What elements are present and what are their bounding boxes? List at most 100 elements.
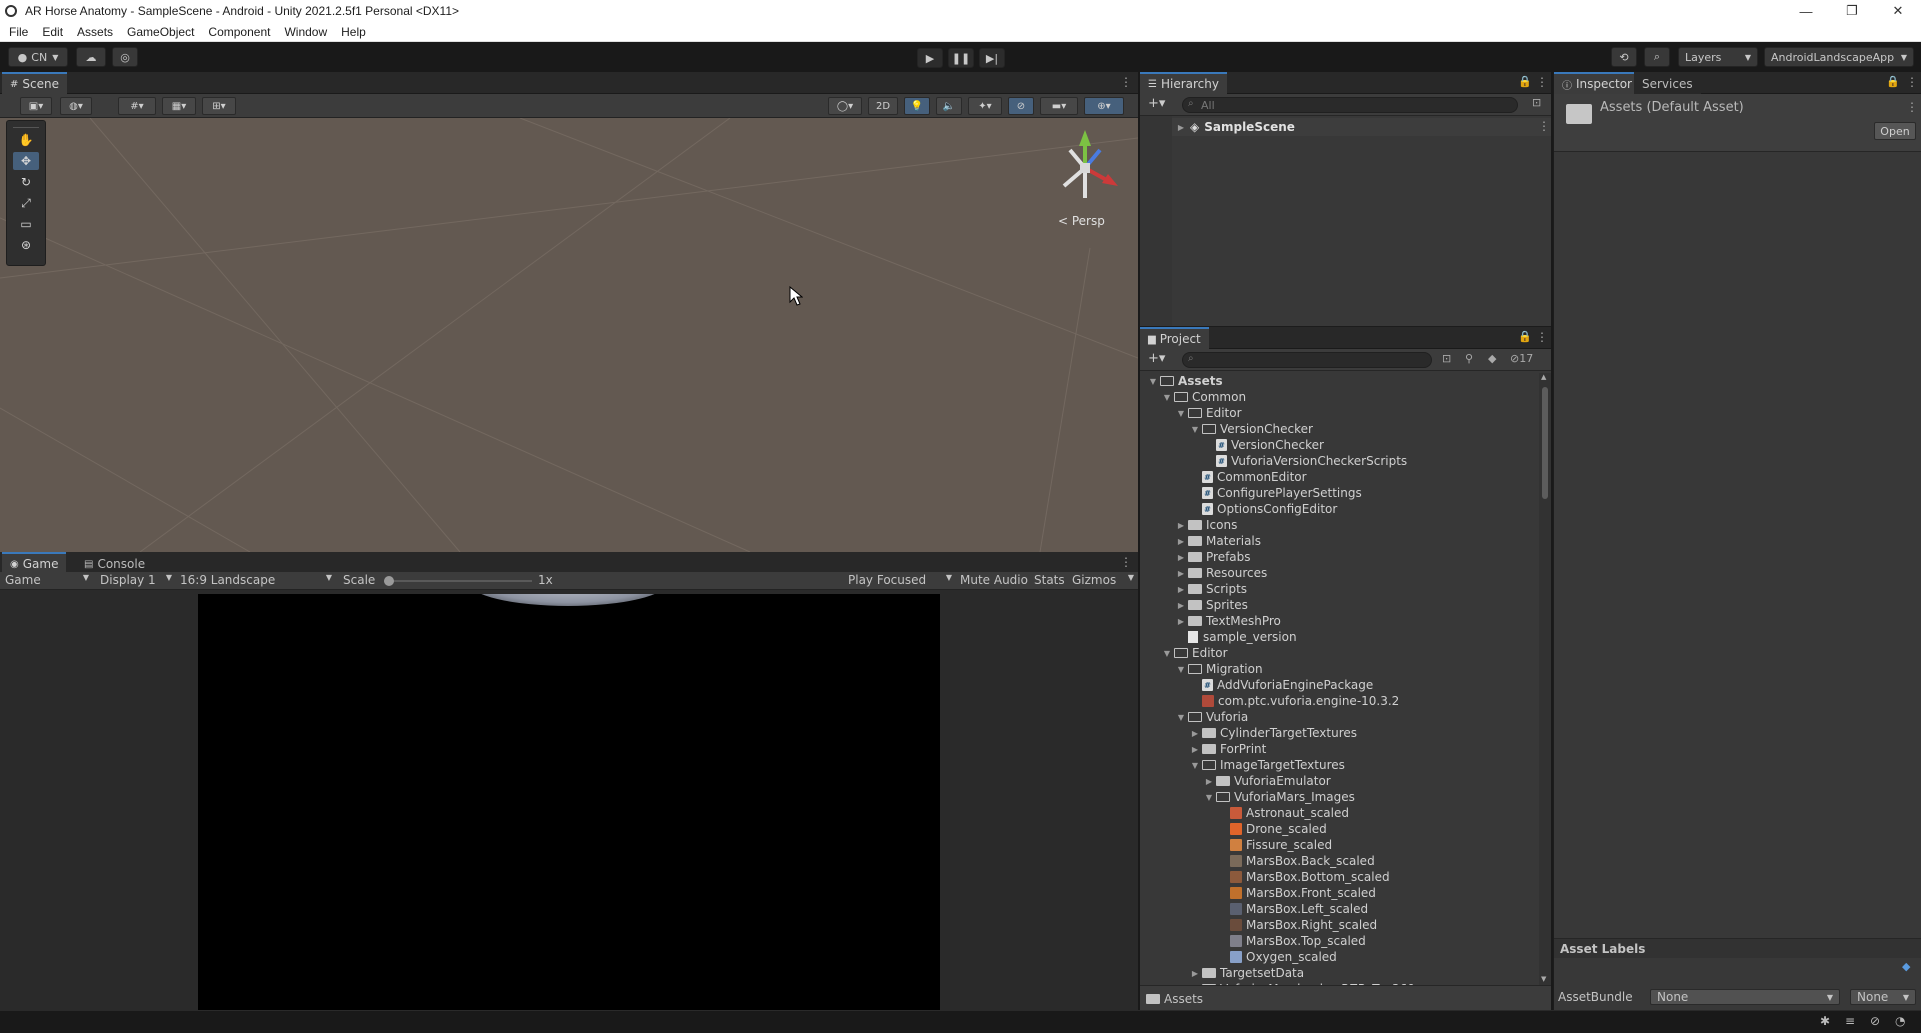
- project-tree-item[interactable]: ▶ TextMeshPro: [1176, 613, 1281, 629]
- audio-toggle[interactable]: 🔈: [936, 97, 962, 115]
- more-options-icon[interactable]: ⋮: [1120, 555, 1132, 569]
- expanded-arrow-icon[interactable]: ▼: [1176, 665, 1186, 674]
- shading-dropdown[interactable]: ◯▾: [828, 97, 862, 115]
- expanded-arrow-icon[interactable]: ▼: [1190, 761, 1200, 770]
- project-tree-item[interactable]: com.ptc.vuforia.engine-10.3.2: [1190, 693, 1399, 709]
- tools-drag-handle[interactable]: [13, 123, 39, 128]
- menu-file[interactable]: File: [9, 25, 28, 39]
- lighting-toggle[interactable]: 💡: [904, 97, 930, 115]
- step-button[interactable]: ▶|: [979, 48, 1005, 68]
- collapsed-arrow-icon[interactable]: ▶: [1190, 969, 1200, 978]
- project-tree-item[interactable]: ▼ VuforiaMars_Images: [1204, 789, 1355, 805]
- project-tree-item[interactable]: # AddVuforiaEnginePackage: [1190, 677, 1373, 693]
- project-tree-item[interactable]: ▼ Assets: [1148, 373, 1223, 389]
- debug-icon[interactable]: ✱: [1820, 1014, 1830, 1028]
- search-button[interactable]: ⌕: [1644, 47, 1670, 67]
- gizmos-dropdown[interactable]: ⊕▾: [1084, 97, 1124, 115]
- hierarchy-search-input[interactable]: ⌕ All: [1182, 97, 1518, 113]
- hand-tool-icon[interactable]: ✋: [13, 131, 39, 149]
- effects-dropdown[interactable]: ✦▾: [968, 97, 1002, 115]
- more-options-icon[interactable]: ⋮: [1906, 75, 1918, 89]
- increment-snap-dropdown[interactable]: ⊞▾: [202, 97, 236, 115]
- tag-icon[interactable]: ◆: [1488, 352, 1496, 365]
- project-tree-item[interactable]: ▼ Editor: [1176, 405, 1242, 421]
- expanded-arrow-icon[interactable]: ▼: [1148, 377, 1158, 386]
- project-tree-item[interactable]: ▶ Materials: [1176, 533, 1261, 549]
- tab-game[interactable]: ◉ Game: [2, 552, 67, 574]
- expand-arrow-icon[interactable]: ▶: [1176, 123, 1186, 132]
- collapsed-arrow-icon[interactable]: ▶: [1176, 601, 1186, 610]
- menu-help[interactable]: Help: [341, 25, 366, 39]
- project-tree-item[interactable]: Fissure_scaled: [1218, 837, 1332, 853]
- project-tree-item[interactable]: MarsBox.Back_scaled: [1218, 853, 1375, 869]
- scene-orientation-gizmo[interactable]: [1050, 128, 1120, 208]
- label-tag-icon[interactable]: ◆: [1902, 960, 1910, 973]
- more-options-icon[interactable]: ⋮: [1538, 119, 1550, 133]
- project-tree-item[interactable]: ▶ CylinderTargetTextures: [1190, 725, 1357, 741]
- auto-generate-lighting-icon[interactable]: ⊘: [1870, 1014, 1880, 1028]
- search-by-type-icon[interactable]: ⊡: [1442, 352, 1451, 365]
- hidden-packages-toggle[interactable]: ⊘17: [1510, 352, 1533, 365]
- lock-icon[interactable]: 🔒: [1518, 75, 1532, 88]
- play-button[interactable]: ▶: [917, 48, 943, 68]
- close-button[interactable]: ✕: [1875, 0, 1921, 22]
- tab-hierarchy[interactable]: ☰ Hierarchy: [1140, 72, 1227, 94]
- project-search-input[interactable]: ⌕: [1182, 352, 1432, 368]
- menu-component[interactable]: Component: [208, 25, 270, 39]
- collapsed-arrow-icon[interactable]: ▶: [1176, 617, 1186, 626]
- project-tree-item[interactable]: ▶ Scripts: [1176, 581, 1247, 597]
- mute-audio-toggle[interactable]: Mute Audio: [960, 573, 1028, 587]
- rotate-tool-icon[interactable]: ↻: [13, 173, 39, 191]
- tab-inspector[interactable]: ⓘ Inspector: [1554, 72, 1640, 94]
- collapsed-arrow-icon[interactable]: ▶: [1176, 553, 1186, 562]
- menu-gameobject[interactable]: GameObject: [127, 25, 194, 39]
- draw-mode-dropdown[interactable]: ▣▾: [20, 97, 52, 115]
- scroll-down-icon[interactable]: ▼: [1541, 975, 1546, 983]
- project-tree-item[interactable]: ▶ VuforiaEmulator: [1204, 773, 1331, 789]
- project-tree-item[interactable]: # VersionChecker: [1204, 437, 1324, 453]
- project-scrollbar[interactable]: ▲ ▼: [1539, 373, 1551, 985]
- project-tree-item[interactable]: MarsBox.Top_scaled: [1218, 933, 1366, 949]
- game-gizmos-dropdown[interactable]: Gizmos ▼: [1072, 573, 1134, 587]
- more-options-icon[interactable]: ⋮: [1906, 100, 1918, 114]
- scroll-up-icon[interactable]: ▲: [1541, 373, 1546, 381]
- grid-snap-dropdown[interactable]: #▾: [118, 97, 156, 115]
- project-tree-item[interactable]: MarsBox.Right_scaled: [1218, 917, 1377, 933]
- pause-button[interactable]: ❚❚: [948, 48, 974, 68]
- project-tree-item[interactable]: Drone_scaled: [1218, 821, 1327, 837]
- game-mode-dropdown[interactable]: Game ▼: [5, 573, 89, 587]
- account-dropdown[interactable]: ● CN ▼: [8, 47, 68, 67]
- project-tree-item[interactable]: MarsBox.Front_scaled: [1218, 885, 1376, 901]
- project-tree-item[interactable]: Oxygen_scaled: [1218, 949, 1337, 965]
- global-toggle[interactable]: ◍▾: [60, 97, 92, 115]
- collab-button[interactable]: ◎: [112, 47, 138, 67]
- project-tree-item[interactable]: ▶ Resources: [1176, 565, 1267, 581]
- project-tree-item[interactable]: # ConfigurePlayerSettings: [1190, 485, 1362, 501]
- stats-toggle[interactable]: Stats: [1034, 573, 1065, 587]
- asset-variant-dropdown[interactable]: None ▼: [1850, 989, 1916, 1005]
- tab-project[interactable]: ▆ Project: [1140, 327, 1209, 349]
- hidden-objects-toggle[interactable]: ⊘: [1008, 97, 1034, 115]
- scale-slider[interactable]: [384, 576, 532, 586]
- expanded-arrow-icon[interactable]: ▼: [1162, 649, 1172, 658]
- collapsed-arrow-icon[interactable]: ▶: [1204, 777, 1214, 786]
- game-render-area[interactable]: [198, 594, 940, 1010]
- cloud-button[interactable]: ☁: [76, 47, 106, 67]
- project-tree-item[interactable]: ▼ Editor: [1162, 645, 1228, 661]
- project-tree-item[interactable]: ▶ TargetsetData: [1190, 965, 1304, 981]
- asset-bundle-dropdown[interactable]: None ▼: [1650, 989, 1840, 1005]
- transform-tool-icon[interactable]: ⊛: [13, 236, 39, 254]
- breadcrumb-assets[interactable]: Assets: [1164, 992, 1203, 1006]
- menu-window[interactable]: Window: [284, 25, 327, 39]
- layers-dropdown[interactable]: Layers ▼: [1678, 47, 1758, 67]
- collapsed-arrow-icon[interactable]: ▶: [1176, 569, 1186, 578]
- projection-label[interactable]: < Persp: [1058, 214, 1105, 228]
- project-tree-item[interactable]: ▶ ForPrint: [1190, 741, 1266, 757]
- project-tree-item[interactable]: # CommonEditor: [1190, 469, 1307, 485]
- scale-tool-icon[interactable]: ⤢: [13, 194, 39, 212]
- project-tree-item[interactable]: # OptionsConfigEditor: [1190, 501, 1337, 517]
- progress-icon[interactable]: ◔: [1895, 1014, 1905, 1028]
- lock-icon[interactable]: 🔒: [1518, 330, 1532, 343]
- project-tree-item[interactable]: # VuforiaVersionCheckerScripts: [1204, 453, 1407, 469]
- project-scrollbar-thumb[interactable]: [1542, 387, 1548, 499]
